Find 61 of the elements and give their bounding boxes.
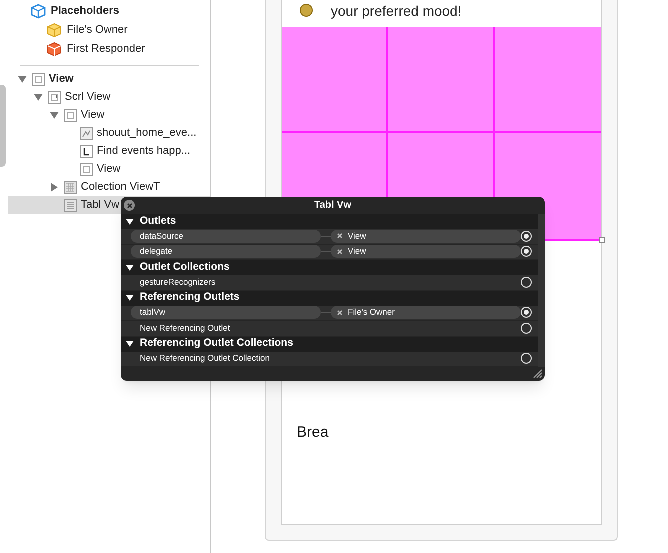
scrollbar-thumb[interactable] [0,85,6,167]
label-icon [80,144,93,158]
tree-item[interactable]: View [8,160,210,178]
image-icon [80,126,93,140]
outlet-name: New Referencing Outlet [140,322,232,335]
outlet-name: delegate [131,245,321,258]
tree-item-label: View [97,162,121,177]
close-icon[interactable] [124,200,135,211]
connection-target[interactable]: File's Owner [331,306,521,320]
tree-item-label: Tabl Vw [81,198,120,213]
section-header[interactable]: Outlets [121,214,538,229]
tree-item-label: View [81,108,105,123]
section-header[interactable]: Referencing Outlets [121,290,538,306]
outlet-name: dataSource [131,230,321,243]
disclosure-closed-icon[interactable] [50,182,59,192]
scroll-view-icon [48,90,61,104]
tree-item-label: Find events happ... [97,144,191,159]
tree-item[interactable]: Colection ViewT [8,178,210,196]
disclosure-open-icon[interactable] [126,264,134,272]
cube-icon [47,42,62,56]
outlet-name: tablVw [131,306,321,320]
tree-item[interactable]: shouut_home_eve... [8,124,210,142]
tree-item-label: View [49,72,74,87]
grid-icon [64,180,77,194]
connection-circle[interactable] [521,246,532,258]
connection-target[interactable]: View [331,245,521,258]
section-header[interactable]: Referencing Outlet Collections [121,336,538,352]
tree-item-label: Colection ViewT [81,180,160,195]
resize-handle[interactable] [599,237,605,243]
tree-item-label: shouut_home_eve... [97,126,197,141]
cube-icon [47,22,62,38]
connection-circle[interactable] [521,230,532,242]
disclosure-open-icon[interactable] [126,218,134,226]
view-icon [64,108,77,122]
tree-item[interactable]: View [8,106,210,124]
hint-text: your preferred mood! [331,2,462,20]
outlet-name: gestureRecognizers [140,276,217,289]
outlet-name: New Referencing Outlet Collection [140,352,271,366]
placeholder-item[interactable]: First Responder [0,40,210,58]
disclosure-open-icon[interactable] [126,294,134,302]
mood-icon [300,4,313,17]
cube-icon [31,4,46,19]
remove-icon[interactable] [337,248,343,255]
section-header[interactable]: Outlet Collections [121,260,538,275]
tree-item[interactable]: Find events happ... [8,142,210,160]
popup-title: Tabl Vw [314,199,352,213]
remove-icon[interactable] [337,233,343,240]
resize-grip-icon[interactable] [533,369,542,378]
disclosure-open-icon[interactable] [126,340,134,348]
table-icon [64,198,77,212]
placeholder-item[interactable]: File's Owner [0,21,210,39]
connection-circle[interactable] [521,307,532,318]
tree-item[interactable]: View [8,70,210,88]
section-title: Placeholders [51,4,120,20]
text-label: Brea [297,424,329,441]
view-icon [80,162,93,176]
tree-item[interactable]: Scrl View [8,88,210,106]
tree-item-label: Scrl View [65,90,111,105]
view-icon [32,72,45,86]
remove-icon[interactable] [337,310,343,316]
connection-target[interactable]: View [331,230,521,243]
